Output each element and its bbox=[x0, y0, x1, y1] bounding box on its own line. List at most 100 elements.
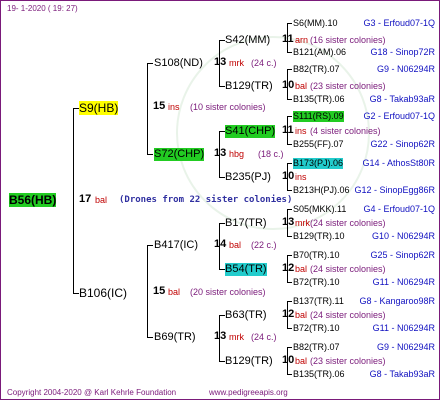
connector-s108 bbox=[219, 40, 220, 87]
s108-sisters: (24 c.) bbox=[251, 58, 277, 68]
connector-g3-3b bbox=[287, 190, 292, 191]
queen-b129b[interactable]: B129(TR) bbox=[225, 355, 273, 368]
b106-num: 15 bbox=[153, 285, 166, 297]
g4-code-7: G12 - SinopEgg86R bbox=[354, 185, 435, 195]
connector-g3-2a bbox=[287, 116, 292, 117]
date-stamp: 19- 1-2020 ( 19: 27) bbox=[7, 4, 78, 13]
b63-num: 12 bbox=[282, 308, 295, 320]
connector-g3-7b bbox=[287, 374, 292, 375]
g4-code-4: G2 - Erfoud07-1Q bbox=[363, 111, 435, 121]
g4-code-15: G8 - Takab93aR bbox=[369, 369, 435, 379]
connector-s9-s72 bbox=[147, 154, 153, 155]
b106-sisters: (20 sister colonies) bbox=[190, 287, 266, 297]
b63-sisters: (24 sister colonies) bbox=[310, 310, 386, 320]
queen-b129a[interactable]: B129(TR) bbox=[225, 80, 273, 93]
g4-name-15[interactable]: B135(TR).06 bbox=[293, 369, 345, 380]
s9-sisters: (10 sister colonies) bbox=[190, 102, 266, 112]
connector-g3-7a bbox=[287, 347, 292, 348]
queen-b54[interactable]: B54(TR) bbox=[225, 263, 267, 276]
connector-b69-b bbox=[219, 361, 225, 362]
b129a-sisters: (23 sister colonies) bbox=[310, 81, 386, 91]
connector-g3-5 bbox=[287, 255, 288, 283]
connector-s9 bbox=[147, 63, 148, 155]
queen-b106[interactable]: B106(IC) bbox=[79, 286, 127, 300]
queen-b417[interactable]: B417(IC) bbox=[154, 239, 198, 252]
root-note: bal bbox=[95, 195, 108, 205]
g4-name-5[interactable]: B255(FF).07 bbox=[293, 139, 344, 150]
g4-code-0: G3 - Erfoud07-1Q bbox=[363, 18, 435, 28]
connector-g3-3a bbox=[287, 163, 292, 164]
queen-b17[interactable]: B17(TR) bbox=[225, 217, 267, 230]
s108-num: 13 bbox=[214, 56, 227, 68]
g4-name-10[interactable]: B70(TR).10 bbox=[293, 250, 340, 261]
queen-b69[interactable]: B69(TR) bbox=[154, 331, 196, 344]
b54-sisters: (24 sister colonies) bbox=[310, 264, 386, 274]
g4-code-2: G9 - N06294R bbox=[376, 64, 435, 74]
s72-sisters: (18 c.) bbox=[258, 149, 284, 159]
g4-name-7[interactable]: B213H(PJ).06 bbox=[293, 185, 350, 196]
b129a-num: 10 bbox=[282, 79, 295, 91]
g4-name-4[interactable]: S111(RS).09 bbox=[293, 111, 344, 122]
g4-name-12[interactable]: B137(TR).11 bbox=[293, 296, 344, 307]
g4-code-6: G14 - AthosSt80R bbox=[362, 158, 435, 168]
connector-b69-a bbox=[219, 315, 225, 316]
g4-name-13[interactable]: B72(TR).10 bbox=[293, 323, 340, 334]
b129b-sisters: (23 sister colonies) bbox=[310, 356, 386, 366]
g4-name-3[interactable]: B135(TR).06 bbox=[293, 94, 345, 105]
g4-code-14: G9 - N06294R bbox=[376, 342, 435, 352]
connector-g3-0b bbox=[287, 52, 292, 53]
g4-code-13: G11 - N06294R bbox=[372, 323, 435, 333]
queen-s108[interactable]: S108(ND) bbox=[154, 57, 203, 70]
b129a-note: bal bbox=[295, 81, 308, 91]
s42-sisters: (16 sister colonies) bbox=[310, 35, 386, 45]
b129b-num: 10 bbox=[282, 354, 295, 366]
s9-num: 15 bbox=[153, 100, 166, 112]
s9-note: ins bbox=[168, 102, 180, 112]
queen-b235[interactable]: B235(PJ) bbox=[225, 171, 271, 184]
g4-name-14[interactable]: B82(TR).07 bbox=[293, 342, 340, 353]
g4-name-1[interactable]: B121(AM).06 bbox=[293, 47, 346, 58]
b417-num: 14 bbox=[214, 238, 227, 250]
g4-code-10: G25 - Sinop62R bbox=[370, 250, 435, 260]
g4-name-8[interactable]: S05(MKK).11 bbox=[293, 204, 346, 215]
b129b-note: bal bbox=[295, 356, 308, 366]
g4-code-5: G22 - Sinop62R bbox=[370, 139, 435, 149]
site-link[interactable]: www.pedigreeapis.org bbox=[209, 387, 288, 398]
b54-note: bal bbox=[295, 264, 308, 274]
copyright-text: Copyright 2004-2020 @ Karl Kehrle Founda… bbox=[7, 388, 177, 397]
root-num: 17 bbox=[79, 193, 92, 205]
root-queen[interactable]: B56(HB) bbox=[9, 193, 57, 207]
g4-name-0[interactable]: S6(MM).10 bbox=[293, 18, 338, 29]
queen-b63[interactable]: B63(TR) bbox=[225, 309, 267, 322]
g4-code-8: G4 - Erfoud07-1Q bbox=[363, 204, 435, 214]
connector-g3-4b bbox=[287, 236, 292, 237]
b235-num: 10 bbox=[282, 170, 295, 182]
connector-root-b106 bbox=[73, 293, 79, 294]
connector-b417 bbox=[219, 223, 220, 270]
g4-name-6[interactable]: B173(PJ).06 bbox=[293, 158, 344, 169]
connector-g3-2b bbox=[287, 144, 292, 145]
queen-s42[interactable]: S42(MM) bbox=[225, 34, 270, 47]
s72-num: 13 bbox=[214, 147, 227, 159]
b17-note: mrk bbox=[295, 218, 310, 228]
g4-name-2[interactable]: B82(TR).07 bbox=[293, 64, 340, 75]
connector-g3-1a bbox=[287, 69, 292, 70]
b54-num: 12 bbox=[282, 262, 295, 274]
g4-code-11: G11 - N06294R bbox=[372, 277, 435, 287]
connector-s72-a bbox=[219, 131, 225, 132]
b69-sisters: (24 c.) bbox=[251, 332, 277, 342]
connector-g3-2 bbox=[287, 116, 288, 145]
queen-s72[interactable]: S72(CHP) bbox=[154, 148, 205, 161]
connector-s72-b bbox=[219, 177, 225, 178]
queen-s41[interactable]: S41(CHP) bbox=[225, 125, 276, 138]
connector-g3-0a bbox=[287, 23, 292, 24]
connector-b417-a bbox=[219, 223, 225, 224]
connector-g3-1b bbox=[287, 99, 292, 100]
g4-name-9[interactable]: B129(TR).10 bbox=[293, 231, 345, 242]
b69-note: mrk bbox=[229, 332, 244, 342]
connector-g3-0 bbox=[287, 23, 288, 53]
connector-b417-b bbox=[219, 269, 225, 270]
connector-g3-3 bbox=[287, 163, 288, 191]
g4-name-11[interactable]: B72(TR).10 bbox=[293, 277, 340, 288]
queen-s9[interactable]: S9(HB) bbox=[79, 101, 119, 115]
